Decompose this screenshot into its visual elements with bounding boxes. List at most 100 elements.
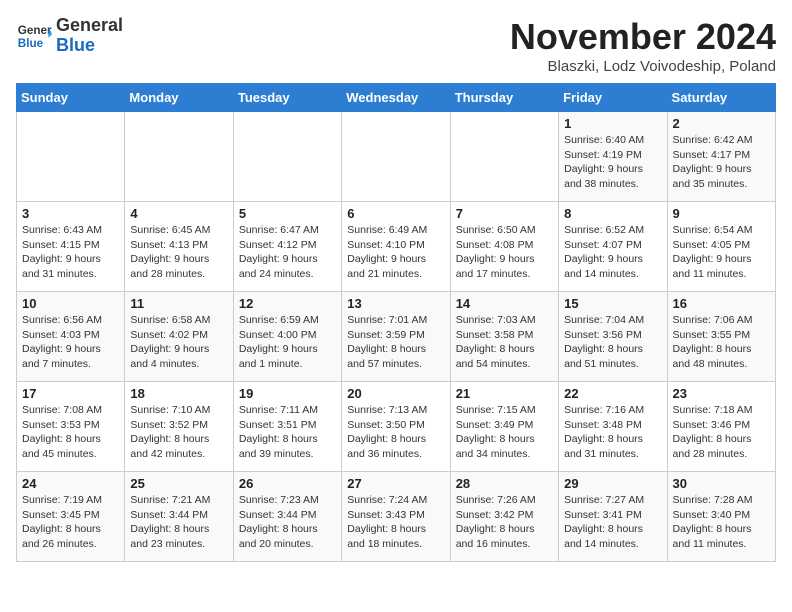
calendar-table: SundayMondayTuesdayWednesdayThursdayFrid… bbox=[16, 83, 776, 562]
weekday-header-row: SundayMondayTuesdayWednesdayThursdayFrid… bbox=[17, 84, 776, 112]
calendar-week-row: 17Sunrise: 7:08 AM Sunset: 3:53 PM Dayli… bbox=[17, 382, 776, 472]
day-info: Sunrise: 7:18 AM Sunset: 3:46 PM Dayligh… bbox=[673, 403, 770, 462]
calendar-cell bbox=[17, 112, 125, 202]
day-number: 26 bbox=[239, 476, 336, 491]
calendar-cell bbox=[342, 112, 450, 202]
calendar-cell: 10Sunrise: 6:56 AM Sunset: 4:03 PM Dayli… bbox=[17, 292, 125, 382]
title-area: November 2024 Blaszki, Lodz Voivodeship,… bbox=[510, 16, 776, 75]
calendar-cell: 28 Sunrise: 7:26 AM Sunset: 3:42 PM Dayli… bbox=[450, 472, 558, 562]
calendar-cell bbox=[233, 112, 341, 202]
calendar-week-row: 1 Sunrise: 6:40 AM Sunset: 4:19 PM Daylig… bbox=[17, 112, 776, 202]
calendar-cell: 15 Sunrise: 7:04 AM Sunset: 3:56 PM Dayli… bbox=[559, 292, 667, 382]
day-info: Sunrise: 7:15 AM Sunset: 3:49 PM Dayligh… bbox=[456, 403, 553, 462]
day-number: 20 bbox=[347, 386, 444, 401]
calendar-cell: 14 Sunrise: 7:03 AM Sunset: 3:58 PM Dayli… bbox=[450, 292, 558, 382]
day-info: Sunrise: 7:23 AM Sunset: 3:44 PM Dayligh… bbox=[239, 493, 336, 552]
day-number: 13 bbox=[347, 296, 444, 311]
calendar-cell: 18 Sunrise: 7:10 AM Sunset: 3:52 PM Dayli… bbox=[125, 382, 233, 472]
calendar-cell: 30 Sunrise: 7:28 AM Sunset: 3:40 PM Dayli… bbox=[667, 472, 775, 562]
logo-icon: General Blue bbox=[16, 18, 52, 54]
day-info: Sunrise: 6:45 AM Sunset: 4:13 PM Dayligh… bbox=[130, 223, 227, 282]
calendar-subtitle: Blaszki, Lodz Voivodeship, Poland bbox=[510, 58, 776, 75]
weekday-header-saturday: Saturday bbox=[667, 84, 775, 112]
calendar-cell: 17Sunrise: 7:08 AM Sunset: 3:53 PM Dayli… bbox=[17, 382, 125, 472]
day-info: Sunrise: 7:11 AM Sunset: 3:51 PM Dayligh… bbox=[239, 403, 336, 462]
calendar-cell: 16Sunrise: 7:06 AM Sunset: 3:55 PM Dayli… bbox=[667, 292, 775, 382]
day-info: Sunrise: 6:59 AM Sunset: 4:00 PM Dayligh… bbox=[239, 313, 336, 372]
day-info: Sunrise: 7:21 AM Sunset: 3:44 PM Dayligh… bbox=[130, 493, 227, 552]
calendar-week-row: 10Sunrise: 6:56 AM Sunset: 4:03 PM Dayli… bbox=[17, 292, 776, 382]
day-number: 8 bbox=[564, 206, 661, 221]
day-info: Sunrise: 7:04 AM Sunset: 3:56 PM Dayligh… bbox=[564, 313, 661, 372]
day-info: Sunrise: 6:43 AM Sunset: 4:15 PM Dayligh… bbox=[22, 223, 119, 282]
calendar-week-row: 24Sunrise: 7:19 AM Sunset: 3:45 PM Dayli… bbox=[17, 472, 776, 562]
day-number: 24 bbox=[22, 476, 119, 491]
day-info: Sunrise: 6:49 AM Sunset: 4:10 PM Dayligh… bbox=[347, 223, 444, 282]
weekday-header-friday: Friday bbox=[559, 84, 667, 112]
day-number: 23 bbox=[673, 386, 770, 401]
day-info: Sunrise: 7:08 AM Sunset: 3:53 PM Dayligh… bbox=[22, 403, 119, 462]
calendar-title: November 2024 bbox=[510, 16, 776, 58]
day-info: Sunrise: 7:24 AM Sunset: 3:43 PM Dayligh… bbox=[347, 493, 444, 552]
logo-general-text: General bbox=[56, 15, 123, 35]
day-number: 3 bbox=[22, 206, 119, 221]
calendar-cell: 4 Sunrise: 6:45 AM Sunset: 4:13 PM Daylig… bbox=[125, 202, 233, 292]
day-info: Sunrise: 7:10 AM Sunset: 3:52 PM Dayligh… bbox=[130, 403, 227, 462]
calendar-cell: 22 Sunrise: 7:16 AM Sunset: 3:48 PM Dayli… bbox=[559, 382, 667, 472]
weekday-header-monday: Monday bbox=[125, 84, 233, 112]
day-info: Sunrise: 6:54 AM Sunset: 4:05 PM Dayligh… bbox=[673, 223, 770, 282]
day-info: Sunrise: 7:13 AM Sunset: 3:50 PM Dayligh… bbox=[347, 403, 444, 462]
day-number: 14 bbox=[456, 296, 553, 311]
calendar-cell: 6Sunrise: 6:49 AM Sunset: 4:10 PM Daylig… bbox=[342, 202, 450, 292]
day-number: 16 bbox=[673, 296, 770, 311]
day-number: 25 bbox=[130, 476, 227, 491]
weekday-header-tuesday: Tuesday bbox=[233, 84, 341, 112]
day-number: 18 bbox=[130, 386, 227, 401]
day-number: 19 bbox=[239, 386, 336, 401]
page-header: General Blue General Blue November 2024 … bbox=[16, 16, 776, 75]
logo: General Blue General Blue bbox=[16, 16, 123, 56]
day-info: Sunrise: 7:03 AM Sunset: 3:58 PM Dayligh… bbox=[456, 313, 553, 372]
day-info: Sunrise: 7:16 AM Sunset: 3:48 PM Dayligh… bbox=[564, 403, 661, 462]
calendar-cell: 11 Sunrise: 6:58 AM Sunset: 4:02 PM Dayli… bbox=[125, 292, 233, 382]
calendar-cell: 19 Sunrise: 7:11 AM Sunset: 3:51 PM Dayli… bbox=[233, 382, 341, 472]
day-info: Sunrise: 7:27 AM Sunset: 3:41 PM Dayligh… bbox=[564, 493, 661, 552]
day-info: Sunrise: 6:58 AM Sunset: 4:02 PM Dayligh… bbox=[130, 313, 227, 372]
calendar-week-row: 3 Sunrise: 6:43 AM Sunset: 4:15 PM Daylig… bbox=[17, 202, 776, 292]
day-number: 30 bbox=[673, 476, 770, 491]
calendar-cell: 25 Sunrise: 7:21 AM Sunset: 3:44 PM Dayli… bbox=[125, 472, 233, 562]
calendar-cell: 1 Sunrise: 6:40 AM Sunset: 4:19 PM Daylig… bbox=[559, 112, 667, 202]
day-number: 15 bbox=[564, 296, 661, 311]
day-info: Sunrise: 6:40 AM Sunset: 4:19 PM Dayligh… bbox=[564, 133, 661, 192]
weekday-header-sunday: Sunday bbox=[17, 84, 125, 112]
calendar-cell: 29 Sunrise: 7:27 AM Sunset: 3:41 PM Dayli… bbox=[559, 472, 667, 562]
day-info: Sunrise: 6:47 AM Sunset: 4:12 PM Dayligh… bbox=[239, 223, 336, 282]
calendar-cell: 27 Sunrise: 7:24 AM Sunset: 3:43 PM Dayli… bbox=[342, 472, 450, 562]
day-number: 9 bbox=[673, 206, 770, 221]
day-number: 28 bbox=[456, 476, 553, 491]
day-number: 4 bbox=[130, 206, 227, 221]
svg-text:Blue: Blue bbox=[18, 37, 44, 50]
weekday-header-wednesday: Wednesday bbox=[342, 84, 450, 112]
day-number: 12 bbox=[239, 296, 336, 311]
day-info: Sunrise: 6:42 AM Sunset: 4:17 PM Dayligh… bbox=[673, 133, 770, 192]
calendar-cell: 13Sunrise: 7:01 AM Sunset: 3:59 PM Dayli… bbox=[342, 292, 450, 382]
calendar-cell: 24Sunrise: 7:19 AM Sunset: 3:45 PM Dayli… bbox=[17, 472, 125, 562]
day-info: Sunrise: 6:56 AM Sunset: 4:03 PM Dayligh… bbox=[22, 313, 119, 372]
day-info: Sunrise: 7:26 AM Sunset: 3:42 PM Dayligh… bbox=[456, 493, 553, 552]
day-number: 22 bbox=[564, 386, 661, 401]
logo-blue-text: Blue bbox=[56, 35, 95, 55]
calendar-cell bbox=[450, 112, 558, 202]
calendar-cell: 5 Sunrise: 6:47 AM Sunset: 4:12 PM Daylig… bbox=[233, 202, 341, 292]
calendar-cell: 21 Sunrise: 7:15 AM Sunset: 3:49 PM Dayli… bbox=[450, 382, 558, 472]
day-number: 5 bbox=[239, 206, 336, 221]
day-number: 21 bbox=[456, 386, 553, 401]
day-info: Sunrise: 7:28 AM Sunset: 3:40 PM Dayligh… bbox=[673, 493, 770, 552]
calendar-cell: 9 Sunrise: 6:54 AM Sunset: 4:05 PM Daylig… bbox=[667, 202, 775, 292]
weekday-header-thursday: Thursday bbox=[450, 84, 558, 112]
day-number: 27 bbox=[347, 476, 444, 491]
day-number: 1 bbox=[564, 116, 661, 131]
svg-text:General: General bbox=[18, 24, 52, 37]
day-number: 11 bbox=[130, 296, 227, 311]
day-number: 29 bbox=[564, 476, 661, 491]
